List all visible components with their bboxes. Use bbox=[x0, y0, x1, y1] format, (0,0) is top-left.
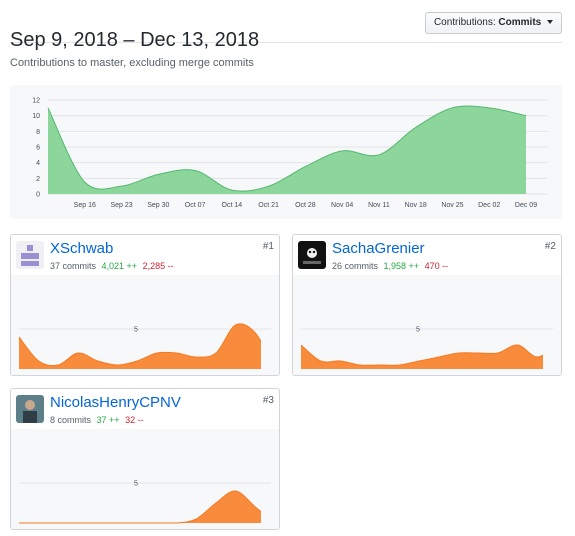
caret-down-icon bbox=[547, 20, 553, 24]
contributor-rank: #3 bbox=[262, 395, 274, 406]
select-value: Commits bbox=[498, 17, 542, 28]
contributor-chart-svg: 5Sep 16Sep 30Oct 14Oct 28Nov 11Nov 25Dec… bbox=[300, 327, 558, 369]
page-header: Sep 9, 2018 – Dec 13, 2018 Contributions… bbox=[10, 10, 562, 51]
x-tick-label: Sep 30 bbox=[147, 202, 169, 209]
y-tick-label: 5 bbox=[134, 481, 138, 488]
commit-count: 37 commits bbox=[50, 261, 97, 271]
x-tick-label: Dec 09 bbox=[515, 202, 537, 209]
y-tick-label: 10 bbox=[32, 113, 40, 120]
photo-avatar[interactable] bbox=[298, 241, 326, 269]
area-series bbox=[19, 323, 261, 369]
y-tick-label: 5 bbox=[416, 327, 420, 334]
y-tick-label: 12 bbox=[32, 98, 40, 105]
x-tick-label: Oct 21 bbox=[258, 202, 279, 209]
contributor-card-header: NicolasHenryCPNV 8 commits 37 ++ 32 -- #… bbox=[11, 389, 279, 429]
contributor-card-header: SachaGrenier 26 commits 1,958 ++ 470 -- … bbox=[293, 235, 561, 275]
area-series bbox=[19, 490, 261, 523]
contributor-chart: 5Sep 16Sep 30Oct 14Oct 28Nov 11Nov 25Dec… bbox=[11, 429, 279, 529]
date-range-title: Sep 9, 2018 – Dec 13, 2018 bbox=[10, 28, 260, 51]
y-tick-label: 6 bbox=[36, 145, 40, 152]
y-tick-label: 4 bbox=[36, 160, 40, 167]
commit-count: 8 commits bbox=[50, 415, 92, 425]
contributor-chart: 5Sep 16Sep 30Oct 14Oct 28Nov 11Nov 25Dec… bbox=[11, 275, 279, 375]
additions-count: 1,958 ++ bbox=[383, 261, 420, 271]
x-tick-label: Sep 23 bbox=[110, 202, 132, 209]
x-tick-label: Dec 02 bbox=[478, 202, 500, 209]
contributor-rank: #2 bbox=[544, 241, 556, 252]
x-tick-label: Oct 28 bbox=[295, 202, 316, 209]
area-series bbox=[301, 344, 543, 369]
contributions-select-button[interactable]: Contributions: Commits bbox=[424, 12, 562, 34]
y-tick-label: 2 bbox=[36, 176, 40, 183]
contributor-stats: 8 commits 37 ++ 32 -- bbox=[50, 415, 144, 425]
overview-chart: 0 2 4 6 8 10 12 Sep 16 Sep 23 Sep 30 Oct 07 Oct 14 O… bbox=[10, 85, 562, 219]
contributor-card-header: XSchwab 37 commits 4,021 ++ 2,285 -- #1 bbox=[11, 235, 279, 275]
contributor-chart-svg: 5Sep 16Sep 30Oct 14Oct 28Nov 11Nov 25Dec… bbox=[18, 323, 276, 370]
x-tick-label: Nov 11 bbox=[368, 202, 390, 209]
overview-chart-svg: 0 2 4 6 8 10 12 Sep 16 Sep 23 Sep 30 Oct 07 Oct 14 O… bbox=[32, 98, 547, 209]
x-tick-label: Oct 14 bbox=[222, 202, 243, 209]
contributor-name-link[interactable]: NicolasHenryCPNV bbox=[50, 394, 181, 411]
select-label: Contributions: bbox=[433, 17, 496, 28]
contributor-card: XSchwab 37 commits 4,021 ++ 2,285 -- #1 … bbox=[10, 234, 280, 376]
additions-count: 37 ++ bbox=[96, 415, 120, 425]
contributor-chart: 5Sep 16Sep 30Oct 14Oct 28Nov 11Nov 25Dec… bbox=[293, 275, 561, 375]
x-tick-label: Nov 25 bbox=[441, 202, 463, 209]
x-tick-label: Sep 16 bbox=[74, 202, 96, 209]
identicon-avatar[interactable] bbox=[16, 241, 44, 269]
contributor-chart-svg: 5Sep 16Sep 30Oct 14Oct 28Nov 11Nov 25Dec… bbox=[18, 481, 276, 524]
deletions-count: 470 -- bbox=[424, 261, 449, 271]
deletions-count: 2,285 -- bbox=[142, 261, 174, 271]
commit-count: 26 commits bbox=[332, 261, 379, 271]
photo-avatar[interactable] bbox=[16, 395, 44, 423]
area-series bbox=[48, 106, 526, 194]
y-tick-label: 5 bbox=[134, 327, 138, 334]
x-tick-label: Nov 04 bbox=[331, 202, 353, 209]
deletions-count: 32 -- bbox=[125, 415, 144, 425]
contributor-stats: 37 commits 4,021 ++ 2,285 -- bbox=[50, 261, 174, 271]
x-tick-label: Oct 07 bbox=[185, 202, 206, 209]
y-tick-label: 0 bbox=[36, 192, 40, 199]
contributor-card: NicolasHenryCPNV 8 commits 37 ++ 32 -- #… bbox=[10, 388, 280, 530]
contributor-name-link[interactable]: XSchwab bbox=[50, 240, 113, 257]
contributor-rank: #1 bbox=[262, 241, 274, 252]
y-tick-label: 8 bbox=[36, 129, 40, 136]
contributor-card: SachaGrenier 26 commits 1,958 ++ 470 -- … bbox=[292, 234, 562, 376]
contributions-subtitle: Contributions to master, excluding merge… bbox=[10, 57, 254, 69]
contributor-stats: 26 commits 1,958 ++ 470 -- bbox=[332, 261, 448, 271]
x-tick-label: Nov 18 bbox=[405, 202, 427, 209]
additions-count: 4,021 ++ bbox=[101, 261, 138, 271]
contributor-name-link[interactable]: SachaGrenier bbox=[332, 240, 425, 257]
